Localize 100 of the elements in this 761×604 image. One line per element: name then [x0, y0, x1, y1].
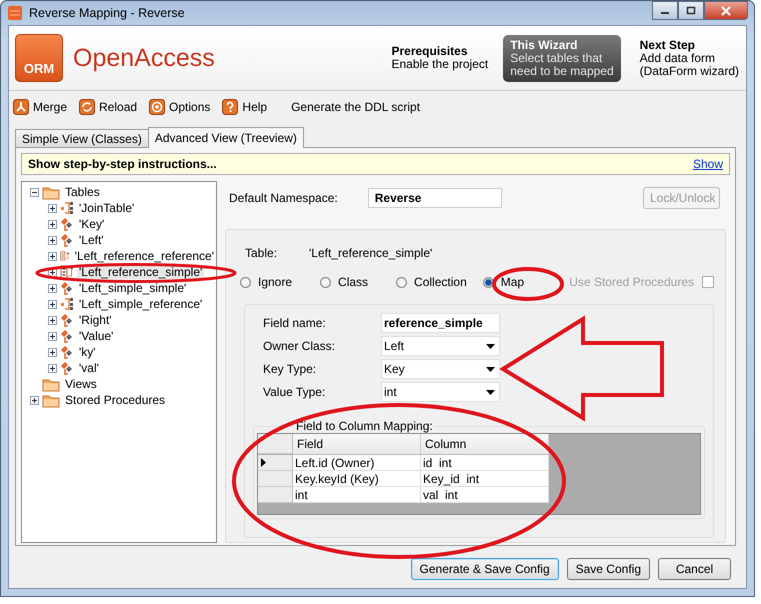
- logo-text: ORM: [24, 61, 54, 76]
- stored-procedures-label: Use Stored Procedures: [569, 275, 694, 289]
- folder-icon: [42, 392, 60, 408]
- column-header[interactable]: Field: [293, 434, 421, 455]
- view-tab[interactable]: Simple View (Classes): [15, 129, 149, 147]
- show-link[interactable]: Show: [692, 157, 723, 171]
- group-title: Field to Column Mapping:: [295, 419, 434, 433]
- dropdown[interactable]: Left: [381, 336, 500, 356]
- folder-icon: [42, 376, 60, 392]
- wizard-step: Prerequisites Enable the project: [384, 41, 496, 75]
- wizard-step: This Wizard Select tables that need to be mapped: [503, 34, 621, 82]
- expand-icon[interactable]: [48, 220, 57, 228]
- instructions-text: Show step-by-step instructions...: [28, 157, 217, 171]
- reload-icon: [79, 99, 96, 115]
- expand-icon[interactable]: [48, 332, 57, 340]
- target-icon: [149, 99, 166, 115]
- dropdown-arrow-icon: [486, 366, 495, 372]
- toolbar-button[interactable]: Help: [222, 99, 268, 115]
- minimize-button[interactable]: [652, 1, 678, 20]
- tree-node-label[interactable]: 'JoinTable': [77, 201, 136, 215]
- tree-node-label[interactable]: Tables: [63, 185, 102, 199]
- column-header[interactable]: Column: [421, 434, 549, 455]
- maximize-button[interactable]: [678, 1, 704, 20]
- expand-icon[interactable]: [48, 300, 57, 308]
- tree-node-label[interactable]: Views: [63, 377, 99, 391]
- toolbar-button[interactable]: Merge: [13, 99, 68, 115]
- mapping-radio[interactable]: Collection: [396, 275, 467, 289]
- mapping-radio[interactable]: Class: [320, 275, 368, 289]
- radio-label: Ignore: [258, 275, 292, 289]
- tree-node-label[interactable]: 'Right': [77, 313, 114, 327]
- class-table-icon: [60, 329, 74, 343]
- class-table-icon: [60, 233, 74, 247]
- table-cell: Key.keyId (Key): [293, 471, 421, 487]
- tree-node-label[interactable]: 'Value': [77, 329, 116, 343]
- table-cell: id int: [421, 455, 549, 471]
- dropdown[interactable]: Key: [381, 359, 500, 379]
- table-cell: int: [293, 487, 421, 503]
- collapse-icon[interactable]: [30, 188, 39, 196]
- annotation-ellipse: [492, 267, 564, 301]
- radio-icon[interactable]: [320, 276, 332, 288]
- tree-node-label[interactable]: 'Left': [77, 233, 106, 247]
- tree-node-label[interactable]: 'Left_simple_simple': [77, 281, 188, 295]
- merge-icon: [13, 99, 29, 115]
- class-table-icon: [60, 313, 74, 327]
- dropdown-arrow-icon: [486, 344, 495, 348]
- field-label: Key Type:: [263, 362, 318, 376]
- expand-icon[interactable]: [48, 364, 57, 372]
- dialog-button[interactable]: Generate & Save Config: [410, 558, 559, 580]
- namespace-field[interactable]: Reverse: [368, 188, 502, 208]
- radio-icon[interactable]: [240, 276, 251, 288]
- field-label: Owner Class:: [263, 339, 336, 353]
- map-table-icon: [60, 265, 74, 279]
- class-table-icon: [60, 345, 74, 359]
- close-icon: [721, 6, 731, 16]
- corner-header: [258, 434, 293, 454]
- table-name: 'Left_reference_simple': [309, 246, 432, 260]
- dialog-button[interactable]: Save Config: [566, 558, 650, 580]
- tree-node-label[interactable]: 'Key': [77, 217, 106, 231]
- dialog-button[interactable]: Cancel: [658, 558, 731, 580]
- tree-node-label[interactable]: 'Left_reference_reference': [72, 249, 216, 263]
- radio-icon[interactable]: [396, 276, 408, 288]
- wizard-step: Next Step Add data form (DataForm wizard): [632, 34, 746, 82]
- row-header[interactable]: [258, 455, 293, 471]
- tree-node-label[interactable]: Stored Procedures: [63, 393, 168, 407]
- app-icon: [7, 5, 23, 21]
- toolbar-button[interactable]: Reload: [79, 99, 138, 115]
- view-tab[interactable]: Advanced View (Treeview): [148, 127, 304, 148]
- expand-icon[interactable]: [48, 204, 57, 212]
- input-field[interactable]: reference_simple: [381, 313, 500, 333]
- window-title: Reverse Mapping - Reverse: [29, 6, 185, 20]
- dropdown-arrow-icon: [486, 390, 495, 394]
- toolbar-button[interactable]: Options: [149, 99, 210, 115]
- tree-node-label[interactable]: 'val': [77, 361, 101, 375]
- radio-icon[interactable]: [482, 276, 494, 288]
- radio-label: Map: [500, 275, 524, 289]
- expand-icon[interactable]: [30, 396, 39, 404]
- tree-node-label[interactable]: 'Left_simple_reference': [77, 297, 204, 311]
- field-label: Value Type:: [263, 385, 326, 399]
- ddl-script-label[interactable]: Generate the DDL script: [291, 100, 420, 114]
- join-table-icon: [60, 201, 74, 215]
- class-table-icon: [60, 361, 74, 375]
- radio-label: Collection: [414, 275, 467, 289]
- table-cell: val int: [421, 487, 549, 503]
- expand-icon[interactable]: [48, 348, 57, 356]
- maximize-icon: [686, 6, 696, 15]
- dropdown[interactable]: int: [381, 382, 500, 402]
- map-table-icon: [60, 249, 70, 263]
- current-row-icon: [261, 458, 266, 467]
- folder-icon: [42, 184, 60, 200]
- expand-icon[interactable]: [48, 284, 57, 292]
- expand-icon[interactable]: [48, 252, 57, 260]
- mapping-radio[interactable]: Ignore: [240, 275, 292, 289]
- help-icon: [222, 99, 238, 115]
- table-cell: Left.id (Owner): [293, 455, 421, 471]
- mapping-radio[interactable]: Map: [482, 275, 524, 289]
- close-button[interactable]: [704, 1, 748, 20]
- expand-icon[interactable]: [48, 316, 57, 324]
- expand-icon[interactable]: [48, 236, 57, 244]
- table-cell: Key_id int: [421, 471, 549, 487]
- tree-node-label[interactable]: 'ky': [77, 345, 98, 359]
